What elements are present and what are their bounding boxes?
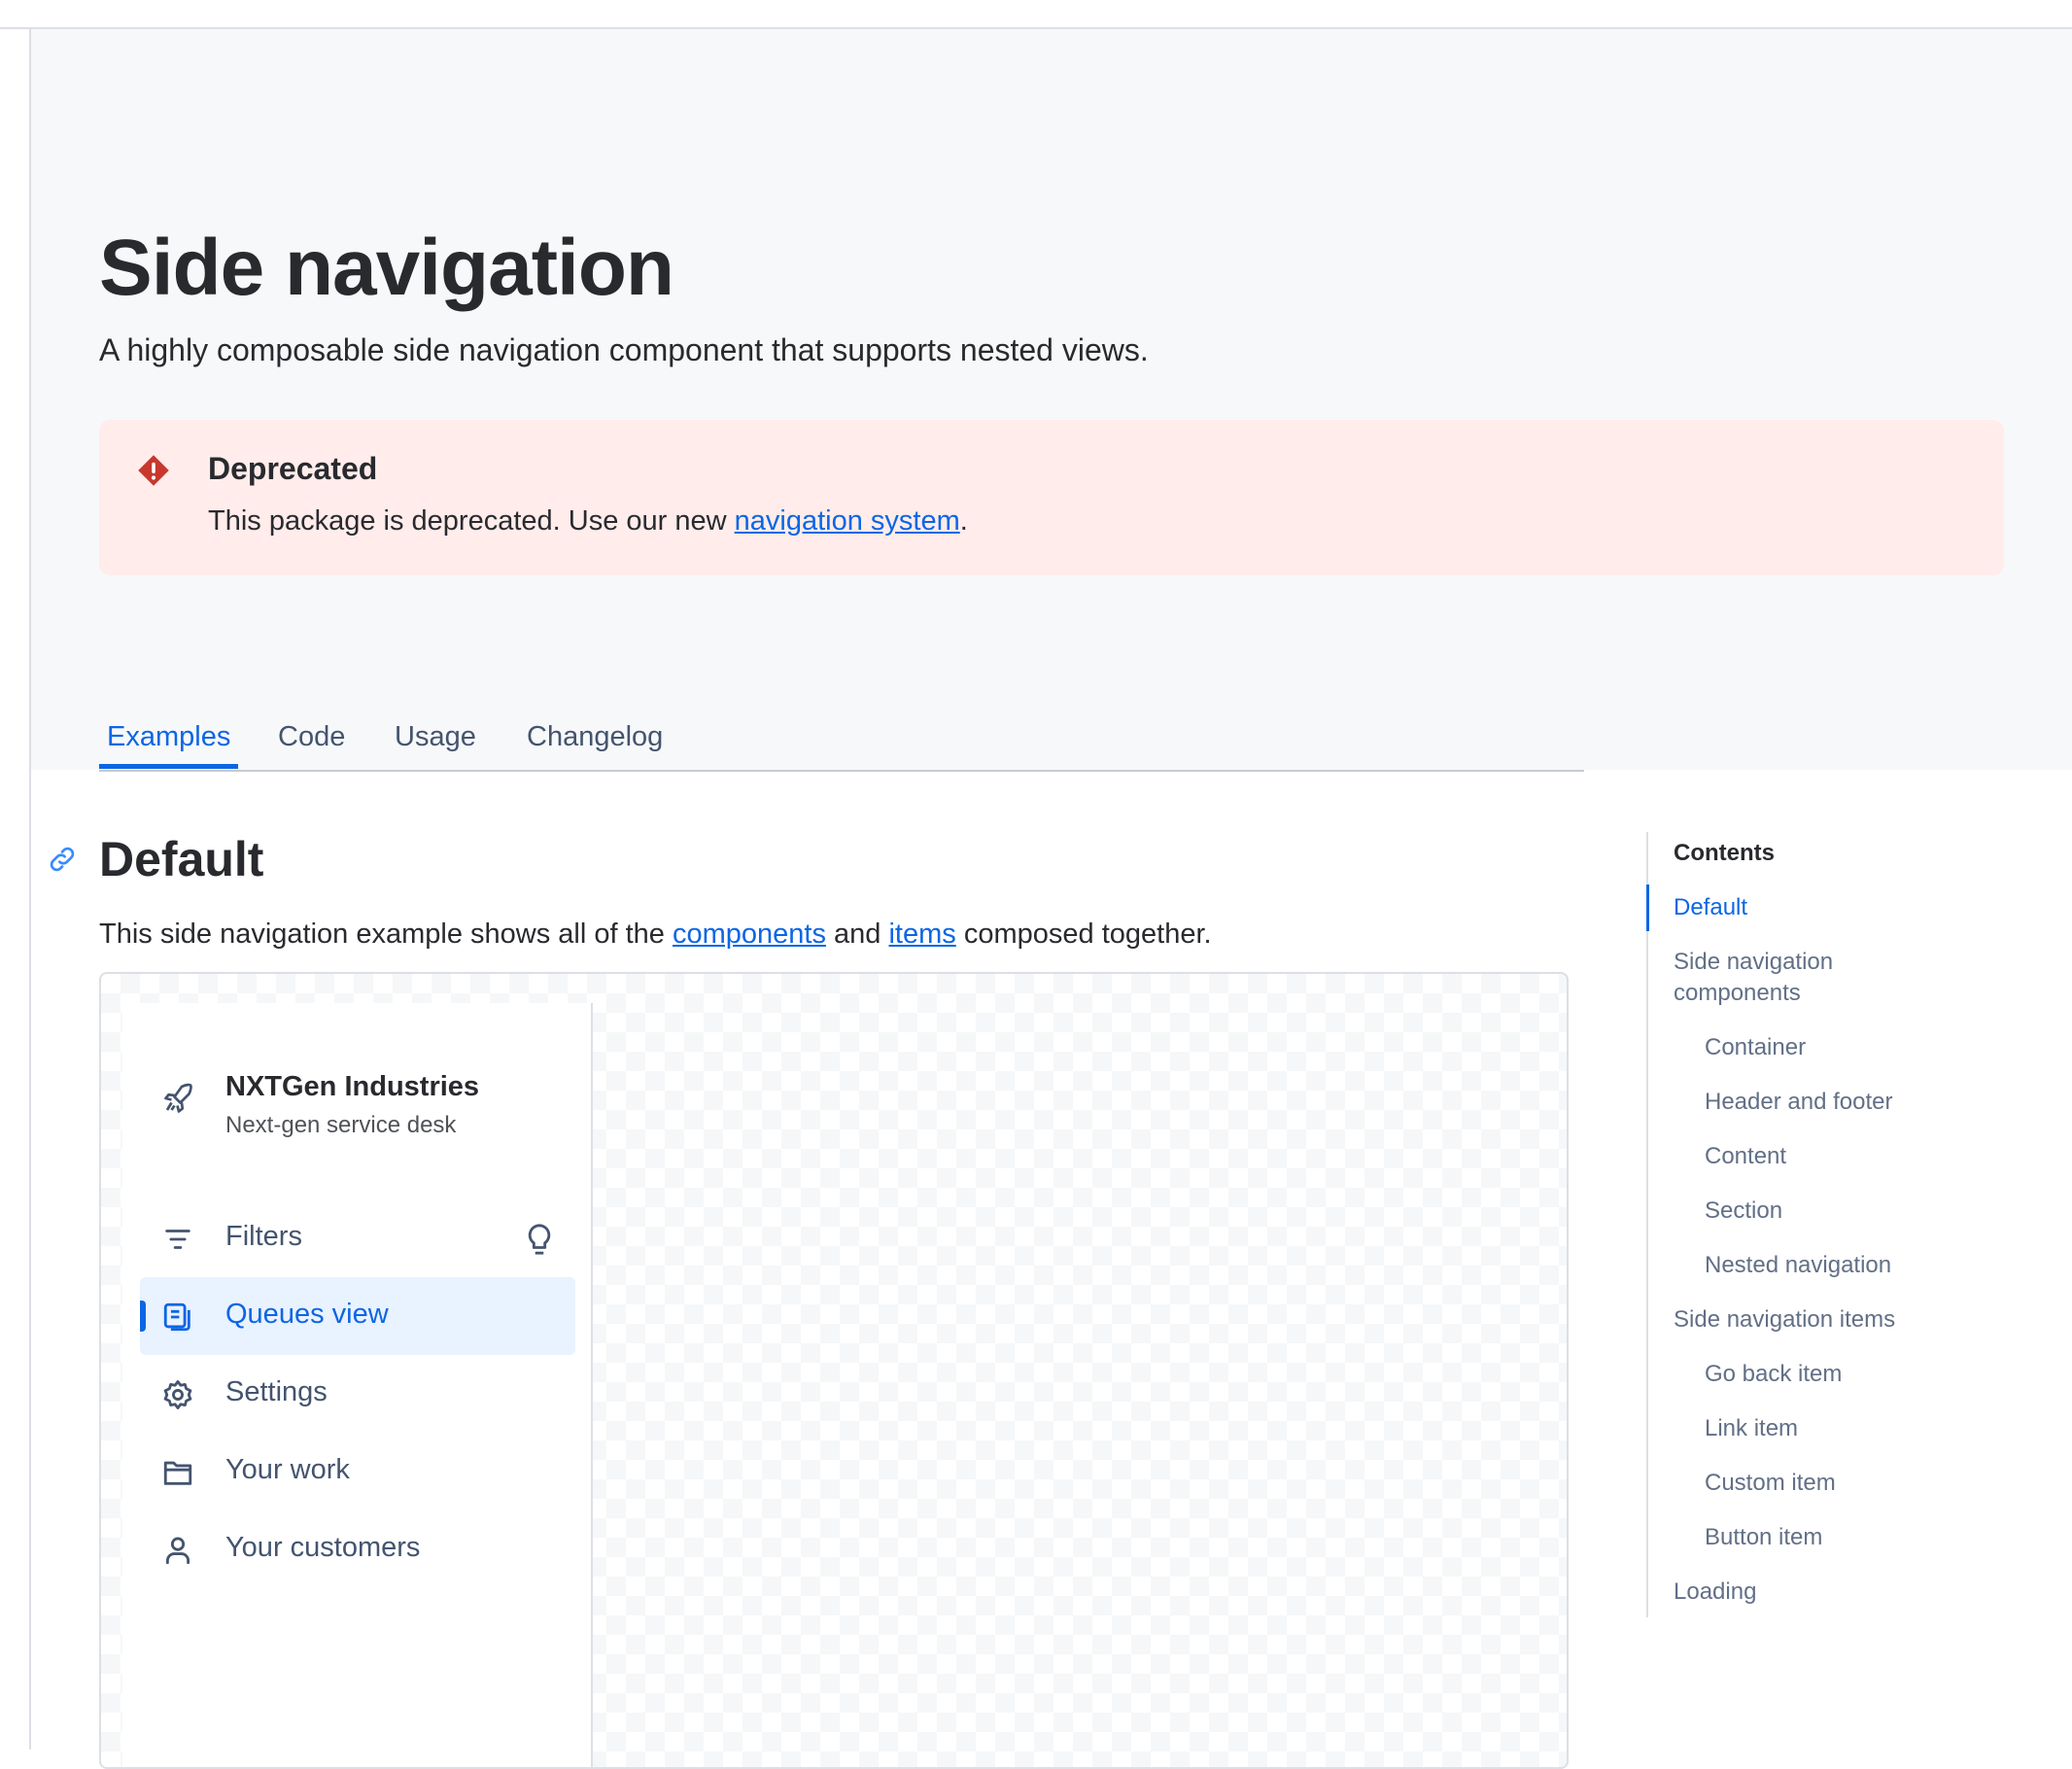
nav-item-label: Settings (225, 1376, 328, 1407)
description-text-2: and (825, 919, 889, 950)
nav-item-your-work[interactable]: Your work (140, 1433, 575, 1510)
filter-icon (165, 1230, 190, 1249)
nav-item-label: Your work (225, 1454, 350, 1485)
description-text-3: composed together. (955, 919, 1212, 950)
toc-item-side-navigation-components[interactable]: Side navigation components (1674, 947, 1917, 1009)
rocket-icon (164, 1083, 192, 1113)
navigation-system-link[interactable]: navigation system (735, 505, 960, 537)
tab-list: Examples Code Usage Changelog (99, 710, 1584, 772)
tab-changelog[interactable]: Changelog (519, 715, 671, 768)
toc-item-side-navigation-items[interactable]: Side navigation items (1674, 1304, 1895, 1335)
nav-item-your-customers[interactable]: Your customers (140, 1510, 575, 1588)
toc-title: Contents (1674, 840, 1775, 866)
nav-item-label: Queues view (225, 1299, 389, 1330)
toc-item-content[interactable]: Content (1705, 1141, 1786, 1172)
page-subtitle: A highly composable side navigation comp… (99, 332, 1149, 367)
toc-item-link-item[interactable]: Link item (1705, 1413, 1798, 1444)
banner-text-before: This package is deprecated. Use our new (208, 505, 735, 537)
nav-item-label: Filters (225, 1221, 302, 1252)
toc-item-nested-navigation[interactable]: Nested navigation (1705, 1250, 1891, 1281)
components-link[interactable]: components (673, 919, 826, 950)
banner-title: Deprecated (208, 451, 378, 486)
error-diamond-icon (138, 455, 169, 486)
top-bar (0, 0, 2072, 29)
nav-header-title: NXTGen Industries (225, 1071, 480, 1102)
tab-code[interactable]: Code (270, 715, 353, 768)
tab-examples[interactable]: Examples (99, 715, 239, 769)
table-of-contents: Contents Default Side navigation compone… (1646, 832, 2037, 1617)
lightbulb-icon[interactable] (523, 1221, 556, 1258)
person-icon (165, 1537, 190, 1565)
page-title: Side navigation (99, 224, 674, 312)
deprecation-banner: Deprecated This package is deprecated. U… (99, 420, 2004, 575)
toc-item-default[interactable]: Default (1674, 892, 1747, 923)
banner-text: This package is deprecated. Use our new … (208, 505, 968, 538)
nav-item-settings[interactable]: Settings (140, 1355, 575, 1433)
folder-icon (163, 1461, 192, 1485)
queues-icon (163, 1302, 190, 1332)
items-link[interactable]: items (888, 919, 955, 950)
side-navigation: NXTGen Industries Next-gen service desk … (122, 1003, 593, 1767)
toc-active-indicator (1646, 884, 1649, 931)
section-heading: Default (99, 832, 264, 886)
nav-item-label: Your customers (225, 1532, 421, 1563)
description-text-1: This side navigation example shows all o… (99, 919, 673, 950)
link-icon[interactable] (47, 844, 78, 875)
toc-item-button-item[interactable]: Button item (1705, 1522, 1822, 1553)
toc-item-go-back-item[interactable]: Go back item (1705, 1359, 1842, 1390)
toc-item-header-and-footer[interactable]: Header and footer (1705, 1087, 1892, 1118)
toc-item-loading[interactable]: Loading (1674, 1577, 1756, 1608)
gear-icon (163, 1380, 192, 1409)
toc-item-container[interactable]: Container (1705, 1032, 1806, 1063)
nav-item-queues-view[interactable]: Queues view (140, 1277, 575, 1355)
banner-text-after: . (959, 505, 968, 537)
example-preview: NXTGen Industries Next-gen service desk … (99, 972, 1569, 1769)
toc-item-section[interactable]: Section (1705, 1196, 1782, 1227)
toc-item-custom-item[interactable]: Custom item (1705, 1468, 1836, 1499)
section-description: This side navigation example shows all o… (99, 919, 1212, 951)
nav-header-subtitle: Next-gen service desk (225, 1112, 457, 1138)
page-header (31, 29, 2072, 770)
active-indicator (140, 1301, 146, 1332)
tab-usage[interactable]: Usage (387, 715, 484, 768)
nav-item-filters[interactable]: Filters (140, 1199, 575, 1277)
